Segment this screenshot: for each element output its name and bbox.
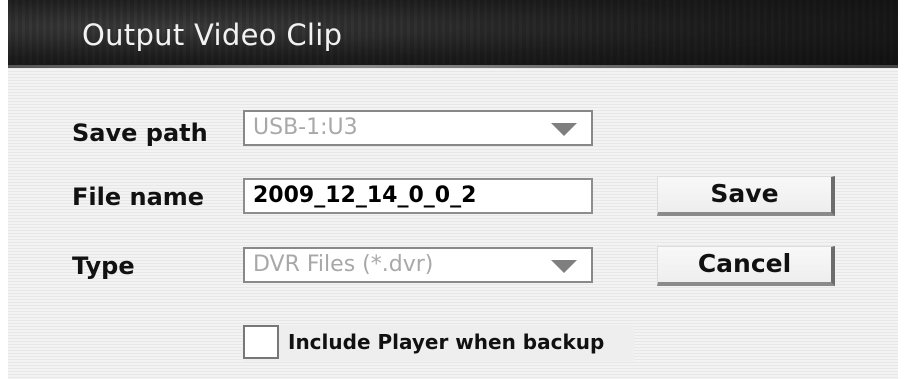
file-name-input[interactable]: 2009_12_14_0_0_2 [243,178,593,214]
include-player-label: Include Player when backup [288,330,605,354]
cancel-button[interactable]: Cancel [657,246,835,286]
file-name-label: File name [72,183,205,211]
chevron-down-icon [551,123,577,136]
chevron-down-icon [551,260,577,273]
dialog-title: Output Video Clip [82,18,343,52]
include-player-checkbox[interactable] [243,325,279,359]
type-select[interactable]: DVR Files (*.dvr) [243,247,593,283]
type-value: DVR Files (*.dvr) [253,252,434,277]
save-path-select[interactable]: USB-1:U3 [243,110,593,146]
type-label: Type [72,252,135,280]
include-player-option[interactable]: Include Player when backup [242,325,634,361]
title-bar: Output Video Clip [8,0,898,68]
output-video-clip-dialog: Output Video Clip Save path USB-1:U3 Fil… [8,0,898,379]
file-name-value: 2009_12_14_0_0_2 [253,183,477,208]
save-path-label: Save path [72,119,208,147]
save-path-value: USB-1:U3 [253,115,358,140]
save-button[interactable]: Save [657,176,835,216]
